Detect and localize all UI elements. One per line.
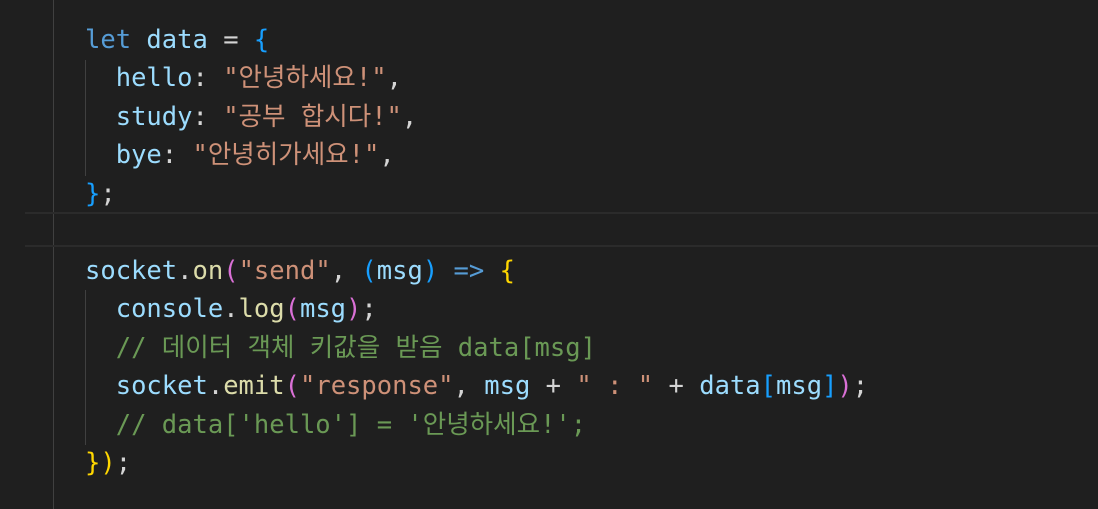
bracket: ) (346, 294, 362, 324)
identifier: data (146, 25, 208, 55)
operator: = (223, 25, 239, 55)
code-line-10[interactable]: socket.emit("response", msg + " : " + da… (85, 367, 868, 405)
bracket: { (253, 25, 270, 55)
operator: + (545, 371, 562, 401)
bracket: ( (284, 371, 300, 401)
comment: // data['hello'] = '안녕하세요!'; (115, 410, 587, 440)
code-line-1[interactable]: let data = { (85, 21, 269, 59)
property-key: hello (115, 63, 193, 93)
code-line-5[interactable]: }; (85, 175, 116, 213)
string-literal: "안녕하세요!" (223, 63, 387, 93)
bracket: ) (837, 371, 853, 401)
punctuation: ; (852, 371, 869, 401)
function-name: emit (223, 371, 285, 401)
code-line-2[interactable]: hello: "안녕하세요!", (85, 59, 402, 97)
code-line-8[interactable]: console.log(msg); (85, 290, 377, 328)
punctuation: . (177, 256, 193, 286)
string-literal: "안녕히가세요!" (192, 140, 380, 170)
bracket: ) (100, 448, 116, 478)
arrow-operator: => (453, 256, 485, 286)
code-line-4[interactable]: bye: "안녕히가세요!", (85, 136, 395, 174)
code-line-9[interactable]: // 데이터 객체 키값을 받음 data[msg] (85, 329, 596, 367)
punctuation: . (207, 371, 224, 401)
bracket: } (85, 179, 101, 209)
punctuation: , (453, 371, 469, 401)
punctuation: , (386, 63, 402, 93)
bracket: ( (284, 294, 300, 324)
identifier: msg (484, 371, 531, 401)
punctuation: : (161, 140, 178, 170)
parameter: msg (376, 256, 423, 286)
identifier: msg (776, 371, 823, 401)
punctuation: , (379, 140, 395, 170)
string-literal: "send" (238, 256, 331, 286)
punctuation: : (192, 63, 208, 93)
bracket: ( (223, 256, 239, 286)
code-line-12[interactable]: }); (85, 444, 131, 482)
identifier: socket (85, 256, 178, 286)
punctuation: ; (100, 179, 116, 209)
keyword: let (85, 25, 132, 55)
code-editor[interactable]: let data = { hello: "안녕하세요!", study: "공부… (0, 0, 1098, 509)
bracket: ) (422, 256, 439, 286)
identifier: socket (115, 371, 208, 401)
string-literal: "공부 합시다!" (223, 102, 402, 132)
bracket: ] (822, 371, 838, 401)
string-literal: "response" (299, 371, 454, 401)
punctuation: , (401, 102, 418, 132)
comment: // 데이터 객체 키값을 받음 data[msg] (115, 333, 596, 363)
string-literal: " : " (576, 371, 654, 401)
function-name: log (238, 294, 285, 324)
bracket: [ (760, 371, 776, 401)
operator: + (668, 371, 684, 401)
function-name: on (192, 256, 224, 286)
code-line-11[interactable]: // data['hello'] = '안녕하세요!'; (85, 406, 586, 444)
identifier: console (115, 294, 224, 324)
identifier: data (699, 371, 761, 401)
code-line-3[interactable]: study: "공부 합시다!", (85, 98, 418, 136)
punctuation: : (192, 102, 208, 132)
code-line-7[interactable]: socket.on("send", (msg) => { (85, 252, 515, 290)
punctuation: , (330, 256, 347, 286)
bracket: { (499, 256, 515, 286)
identifier: msg (299, 294, 347, 324)
bracket: } (85, 448, 101, 478)
property-key: study (115, 102, 193, 132)
current-line-highlight (25, 212, 1098, 247)
property-key: bye (115, 140, 162, 170)
punctuation: ; (115, 448, 132, 478)
punctuation: ; (361, 294, 377, 324)
indent-guide (53, 0, 54, 509)
punctuation: . (223, 294, 239, 324)
bracket: ( (361, 256, 377, 286)
